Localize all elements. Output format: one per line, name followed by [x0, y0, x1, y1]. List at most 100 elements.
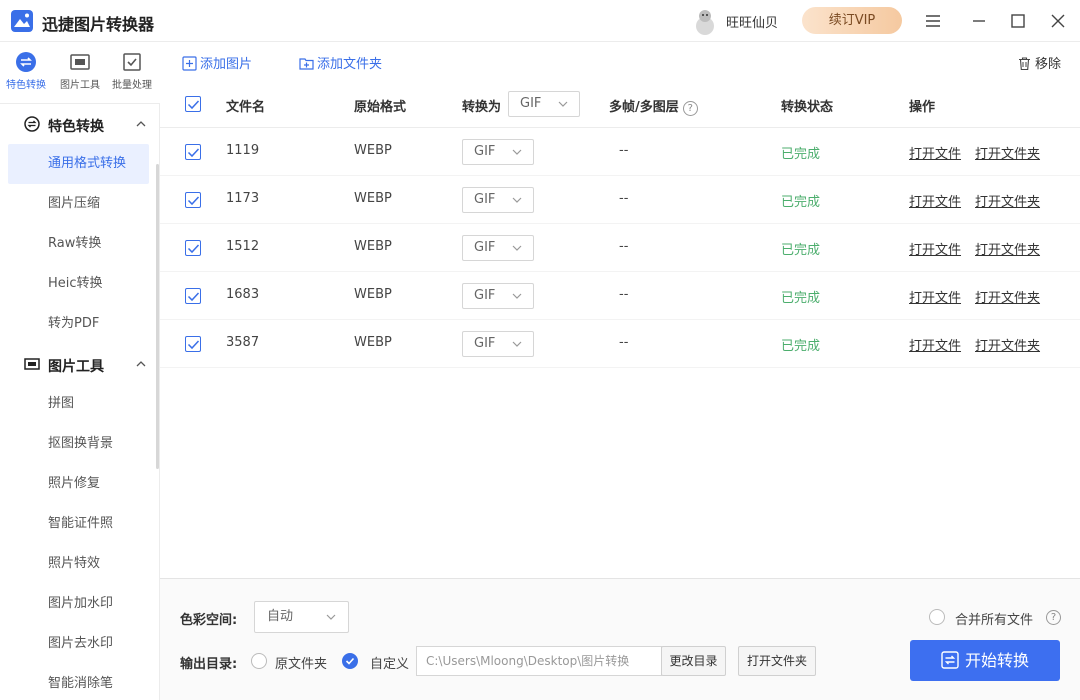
help-icon[interactable]: ?: [1046, 610, 1061, 625]
row-format: WEBP: [354, 287, 392, 302]
table-row[interactable]: 1683 WEBP GIF -- 已完成 打开文件 打开文件夹: [160, 272, 1080, 320]
open-folder-link[interactable]: 打开文件夹: [975, 143, 1040, 162]
open-output-folder-button[interactable]: 打开文件夹: [738, 646, 816, 676]
rail-item-batch[interactable]: 批量处理: [106, 51, 158, 91]
sidebar-item-repair[interactable]: 照片修复: [8, 464, 149, 504]
app-logo-icon: [11, 10, 33, 32]
sidebar-item-remove-watermark[interactable]: 图片去水印: [8, 624, 149, 664]
row-status: 已完成: [781, 195, 821, 210]
sidebar-item-add-watermark[interactable]: 图片加水印: [8, 584, 149, 624]
table-row[interactable]: 1119 WEBP GIF -- 已完成 打开文件 打开文件夹: [160, 128, 1080, 176]
row-target-format-select[interactable]: GIF: [462, 139, 534, 165]
add-image-label: 添加图片: [200, 57, 253, 72]
original-folder-label: 原文件夹: [275, 657, 328, 672]
open-file-link[interactable]: 打开文件: [909, 143, 961, 162]
batch-target-format-select[interactable]: GIF: [508, 91, 580, 117]
sidebar-item-raw[interactable]: Raw转换: [8, 224, 149, 264]
convert-icon: [941, 651, 959, 669]
row-frames: --: [619, 287, 629, 302]
row-checkbox[interactable]: [185, 192, 201, 208]
sidebar-item-compress[interactable]: 图片压缩: [8, 184, 149, 224]
row-target-format-value: GIF: [474, 288, 496, 303]
row-format: WEBP: [354, 191, 392, 206]
chevron-up-icon: [136, 121, 146, 127]
table-row[interactable]: 3587 WEBP GIF -- 已完成 打开文件 打开文件夹: [160, 320, 1080, 368]
color-space-value: 自动: [267, 609, 294, 624]
row-filename: 1119: [226, 143, 260, 158]
open-file-link[interactable]: 打开文件: [909, 191, 961, 210]
row-format: WEBP: [354, 143, 392, 158]
merge-files-radio[interactable]: [929, 609, 945, 625]
open-folder-link[interactable]: 打开文件夹: [975, 239, 1040, 258]
change-dir-button[interactable]: 更改目录: [661, 646, 726, 676]
username[interactable]: 旺旺仙贝: [726, 12, 778, 31]
table-header: 文件名 原始格式 转换为 GIF 多帧/多图层? 转换状态 操作: [160, 82, 1080, 128]
rail-label: 特色转换: [6, 80, 46, 91]
sidebar-item-id-photo[interactable]: 智能证件照: [8, 504, 149, 544]
sidebar-item-pdf[interactable]: 转为PDF: [8, 304, 149, 344]
rail-item-image-tools[interactable]: 图片工具: [54, 51, 106, 91]
row-target-format-select[interactable]: GIF: [462, 187, 534, 213]
sidebar-section-special[interactable]: 特色转换: [0, 104, 156, 144]
check-icon: [187, 148, 200, 158]
batch-target-format-value: GIF: [520, 96, 542, 111]
sidebar-item-general-convert[interactable]: 通用格式转换: [8, 144, 149, 184]
select-all-checkbox[interactable]: [185, 96, 201, 112]
row-target-format-select[interactable]: GIF: [462, 283, 534, 309]
start-convert-button[interactable]: 开始转换: [910, 640, 1060, 681]
merge-files-label: 合并所有文件: [955, 613, 1034, 628]
output-path-input[interactable]: C:\Users\Mloong\Desktop\图片转换: [416, 646, 662, 676]
row-frames: --: [619, 143, 629, 158]
minimize-icon[interactable]: [969, 11, 989, 31]
header-frames: 多帧/多图层?: [609, 96, 698, 116]
sidebar-item-eraser[interactable]: 智能消除笔: [8, 664, 149, 700]
add-folder-icon: [299, 58, 314, 70]
open-folder-link[interactable]: 打开文件夹: [975, 191, 1040, 210]
menu-icon[interactable]: [923, 11, 943, 31]
header-filename: 文件名: [226, 100, 266, 115]
sidebar-item-collage[interactable]: 拼图: [8, 384, 149, 424]
row-target-format-select[interactable]: GIF: [462, 331, 534, 357]
help-icon[interactable]: ?: [682, 101, 698, 116]
remove-button[interactable]: 移除: [1017, 53, 1061, 72]
table-row[interactable]: 1173 WEBP GIF -- 已完成 打开文件 打开文件夹: [160, 176, 1080, 224]
sidebar-item-heic[interactable]: Heic转换: [8, 264, 149, 304]
sidebar-item-cutout[interactable]: 抠图换背景: [8, 424, 149, 464]
chevron-down-icon: [512, 341, 522, 347]
section-label: 图片工具: [48, 359, 104, 375]
open-file-link[interactable]: 打开文件: [909, 239, 961, 258]
sidebar-item-effects[interactable]: 照片特效: [8, 544, 149, 584]
row-status: 已完成: [781, 339, 821, 354]
row-checkbox[interactable]: [185, 336, 201, 352]
add-folder-button[interactable]: 添加文件夹: [299, 53, 382, 72]
open-file-link[interactable]: 打开文件: [909, 335, 961, 354]
row-target-format-value: GIF: [474, 336, 496, 351]
maximize-icon[interactable]: [1008, 11, 1028, 31]
row-checkbox[interactable]: [185, 144, 201, 160]
header-actions: 操作: [909, 100, 936, 115]
bottom-panel: 色彩空间: 自动 合并所有文件 ? 输出目录: 原文件夹 自定义 C:\User…: [160, 578, 1080, 700]
open-file-link[interactable]: 打开文件: [909, 287, 961, 306]
rail-item-special-convert[interactable]: 特色转换: [0, 51, 52, 91]
renew-vip-button[interactable]: 续订VIP: [802, 7, 902, 34]
table-row[interactable]: 1512 WEBP GIF -- 已完成 打开文件 打开文件夹: [160, 224, 1080, 272]
custom-folder-radio[interactable]: [342, 653, 358, 669]
avatar[interactable]: [692, 6, 718, 36]
row-filename: 3587: [226, 335, 260, 350]
row-target-format-select[interactable]: GIF: [462, 235, 534, 261]
open-folder-link[interactable]: 打开文件夹: [975, 335, 1040, 354]
add-image-button[interactable]: 添加图片: [182, 53, 252, 72]
row-checkbox[interactable]: [185, 240, 201, 256]
row-status: 已完成: [781, 291, 821, 306]
sidebar-scrollbar[interactable]: [156, 164, 159, 469]
color-space-select[interactable]: 自动: [254, 601, 349, 633]
sidebar-section-tools[interactable]: 图片工具: [0, 344, 156, 384]
header-convert-to: 转换为: [462, 100, 502, 115]
row-filename: 1683: [226, 287, 260, 302]
close-icon[interactable]: [1048, 11, 1068, 31]
open-folder-link[interactable]: 打开文件夹: [975, 287, 1040, 306]
row-filename: 1512: [226, 239, 260, 254]
row-checkbox[interactable]: [185, 288, 201, 304]
original-folder-radio[interactable]: [251, 653, 267, 669]
add-folder-label: 添加文件夹: [317, 57, 383, 72]
